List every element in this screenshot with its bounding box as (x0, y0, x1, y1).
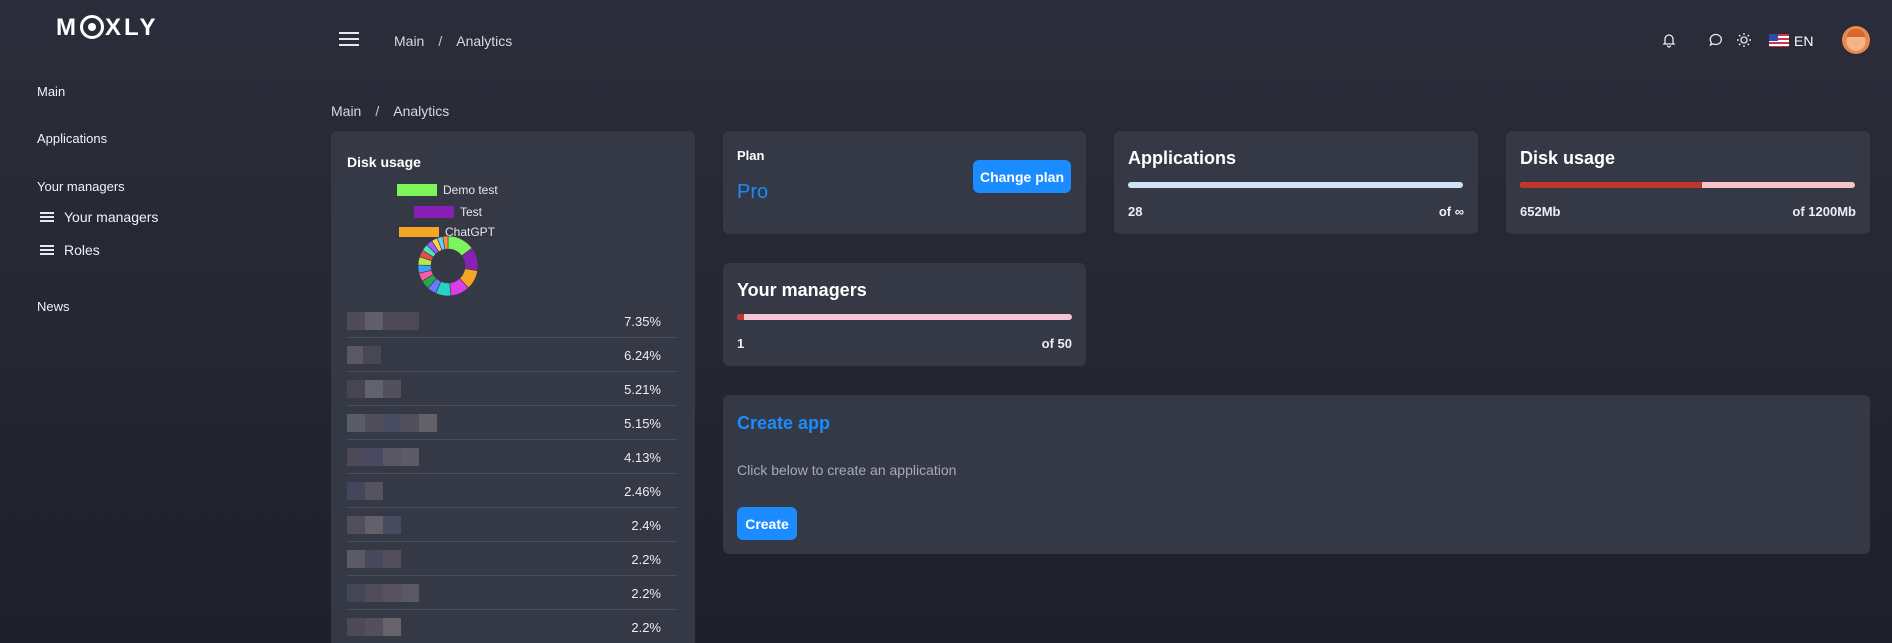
redacted-name (347, 618, 401, 636)
disk-usage-row: 7.35% (347, 304, 677, 338)
managers-title: Your managers (737, 280, 867, 300)
plan-label: Plan (737, 148, 765, 163)
applications-title: Applications (1128, 148, 1237, 168)
managers-count: 1 (737, 336, 745, 351)
disk-usage-limit: of 1200Mb (1792, 204, 1856, 219)
page-breadcrumb: Main / Analytics (331, 103, 450, 119)
bell-icon[interactable] (1661, 32, 1677, 48)
redacted-name (347, 482, 383, 500)
menu-icon[interactable] (339, 31, 359, 47)
legend-swatch (397, 184, 437, 196)
create-app-card: Create app Click below to create an appl… (723, 395, 1870, 554)
disk-usage-card: Disk usage 652Mb of 1200Mb (1506, 131, 1870, 234)
sidebar-item-main[interactable]: Main (37, 84, 65, 99)
redacted-name (347, 516, 401, 534)
row-percentage: 2.2% (631, 552, 661, 567)
row-percentage: 7.35% (624, 314, 661, 329)
sidebar-subitem-roles[interactable]: Roles (40, 242, 100, 258)
applications-count: 28 (1128, 204, 1143, 219)
row-percentage: 2.2% (631, 620, 661, 635)
row-percentage: 6.24% (624, 348, 661, 363)
disk-usage-used: 652Mb (1520, 204, 1561, 219)
row-percentage: 2.46% (624, 484, 661, 499)
disk-usage-chart-card: Disk usage Demo test Test ChatGPT 7.35% 6… (331, 131, 695, 643)
header-breadcrumb: Main / Analytics (394, 33, 513, 49)
sidebar: M XLY Main Applications Your managers You… (0, 0, 300, 643)
disk-usage-row: 5.15% (347, 406, 677, 440)
disk-usage-row: 2.2% (347, 542, 677, 576)
disk-usage-row: 5.21% (347, 372, 677, 406)
list-icon (40, 244, 54, 256)
managers-progress-bar (737, 314, 1072, 320)
breadcrumb-main[interactable]: Main (394, 33, 424, 49)
avatar[interactable] (1842, 26, 1870, 54)
row-percentage: 2.2% (631, 586, 661, 601)
list-icon (40, 211, 54, 223)
plan-value: Pro (737, 181, 769, 203)
redacted-name (347, 448, 419, 466)
change-plan-button[interactable]: Change plan (973, 160, 1071, 193)
redacted-name (347, 584, 419, 602)
breadcrumb-analytics: Analytics (393, 103, 450, 119)
redacted-name (347, 380, 401, 398)
breadcrumb-analytics: Analytics (456, 33, 513, 49)
row-percentage: 4.13% (624, 450, 661, 465)
language-selector[interactable]: EN (1794, 33, 1813, 49)
disk-usage-title: Disk usage (1520, 148, 1616, 168)
disk-usage-row: 2.2% (347, 610, 677, 643)
row-percentage: 2.4% (631, 518, 661, 533)
sidebar-subitem-your-managers[interactable]: Your managers (40, 209, 158, 225)
disk-usage-row: 2.46% (347, 474, 677, 508)
redacted-name (347, 414, 437, 432)
applications-progress-bar (1128, 182, 1463, 188)
sidebar-item-news[interactable]: News (37, 299, 70, 314)
disk-usage-progress-bar (1520, 182, 1855, 188)
redacted-name (347, 346, 381, 364)
applications-card: Applications 28 of ∞ (1114, 131, 1478, 234)
disk-usage-row: 4.13% (347, 440, 677, 474)
chat-icon[interactable] (1708, 32, 1724, 48)
row-percentage: 5.15% (624, 416, 661, 431)
logo-ring-icon (80, 15, 104, 39)
logo[interactable]: M XLY (56, 14, 158, 42)
chart-title: Disk usage (347, 154, 421, 170)
create-button[interactable]: Create (737, 507, 797, 540)
legend-item[interactable]: Demo test (397, 183, 498, 197)
disk-usage-donut-chart[interactable] (417, 235, 479, 297)
legend-item[interactable]: Test (414, 205, 482, 219)
plan-card: Plan Pro Change plan (723, 131, 1086, 234)
sidebar-item-applications[interactable]: Applications (37, 131, 107, 146)
us-flag-icon[interactable] (1769, 34, 1789, 47)
legend-swatch (414, 206, 454, 218)
applications-limit: of ∞ (1438, 204, 1464, 219)
breadcrumb-main[interactable]: Main (331, 103, 361, 119)
disk-usage-row: 2.2% (347, 576, 677, 610)
sun-icon[interactable] (1736, 32, 1752, 48)
sidebar-item-your-managers[interactable]: Your managers (37, 179, 125, 194)
row-percentage: 5.21% (624, 382, 661, 397)
redacted-name (347, 312, 419, 330)
redacted-name (347, 550, 401, 568)
create-app-description: Click below to create an application (737, 462, 957, 478)
disk-usage-row: 6.24% (347, 338, 677, 372)
managers-limit: of 50 (1041, 336, 1072, 351)
managers-card: Your managers 1 of 50 (723, 263, 1086, 366)
disk-usage-row: 2.4% (347, 508, 677, 542)
create-app-title: Create app (737, 413, 831, 433)
